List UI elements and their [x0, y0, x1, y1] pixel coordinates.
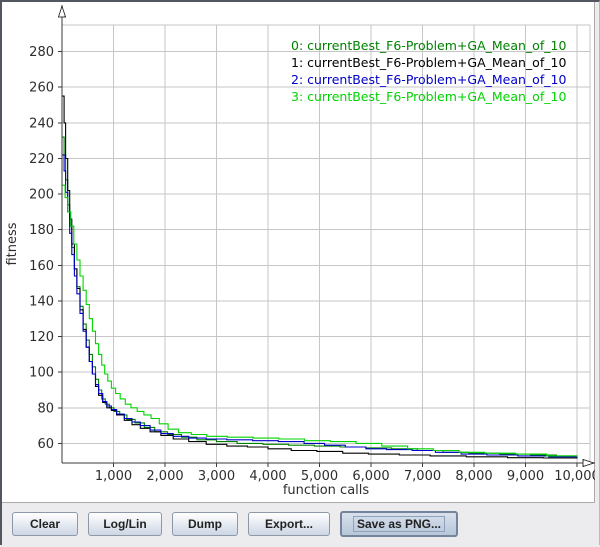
x-axis-title: function calls: [283, 483, 370, 498]
x-tick-label: 1,000: [95, 469, 132, 484]
y-tick-label: 260: [29, 81, 54, 96]
clear-button-label: Clear: [30, 517, 60, 531]
dump-button[interactable]: Dump: [172, 512, 238, 536]
export-button[interactable]: Export...: [248, 512, 330, 536]
legend-item-2: 2: currentBest_F6-Problem+GA_Mean_of_10: [291, 71, 566, 88]
x-axis-arrow-icon: [583, 460, 594, 467]
plot-window: 60 80 100 120 140 160 180 200 220 240 260 280 1,000 2…: [0, 0, 600, 545]
y-tick-label: 60: [37, 437, 54, 452]
y-axis-title: fitness: [5, 222, 20, 265]
x-tick-label: 6,000: [352, 469, 389, 484]
toolbar: Clear Log/Lin Dump Export... Save as PNG...: [2, 505, 600, 547]
y-tick-label: 200: [29, 188, 54, 203]
tick-labels: 60 80 100 120 140 160 180 200 220 240 260 280 1,000 2…: [29, 45, 595, 484]
save-as-png-button[interactable]: Save as PNG...: [340, 511, 458, 537]
legend-item-3: 3: currentBest_F6-Problem+GA_Mean_of_10: [291, 88, 566, 105]
x-tick-label: 4,000: [249, 469, 286, 484]
log-lin-button-label: Log/Lin: [103, 517, 146, 531]
y-tick-label: 80: [37, 401, 54, 416]
y-tick-label: 160: [29, 259, 54, 274]
y-tick-label: 280: [29, 45, 54, 60]
legend: 0: currentBest_F6-Problem+GA_Mean_of_101…: [291, 37, 566, 105]
y-tick-label: 240: [29, 116, 54, 131]
y-tick-label: 220: [29, 152, 54, 167]
x-tick-label: 8,000: [455, 469, 492, 484]
y-tick-label: 140: [29, 294, 54, 309]
export-button-label: Export...: [265, 517, 313, 531]
y-tick-label: 180: [29, 223, 54, 238]
save-as-png-button-label: Save as PNG...: [353, 516, 445, 532]
x-tick-label: 5,000: [301, 469, 338, 484]
x-tick-label: 10,000: [554, 469, 595, 484]
legend-item-0: 0: currentBest_F6-Problem+GA_Mean_of_10: [291, 37, 566, 54]
x-tick-label: 2,000: [146, 469, 183, 484]
x-tick-label: 7,000: [404, 469, 441, 484]
log-lin-button[interactable]: Log/Lin: [88, 512, 162, 536]
plot-panel: 60 80 100 120 140 160 180 200 220 240 260 280 1,000 2…: [2, 2, 595, 503]
x-tick-label: 9,000: [507, 469, 544, 484]
y-tick-label: 100: [29, 366, 54, 381]
dump-button-label: Dump: [188, 517, 222, 531]
x-tick-label: 3,000: [198, 469, 235, 484]
clear-button[interactable]: Clear: [12, 512, 78, 536]
y-axis-arrow-icon: [59, 6, 66, 17]
legend-item-1: 1: currentBest_F6-Problem+GA_Mean_of_10: [291, 54, 566, 71]
y-tick-label: 120: [29, 330, 54, 345]
